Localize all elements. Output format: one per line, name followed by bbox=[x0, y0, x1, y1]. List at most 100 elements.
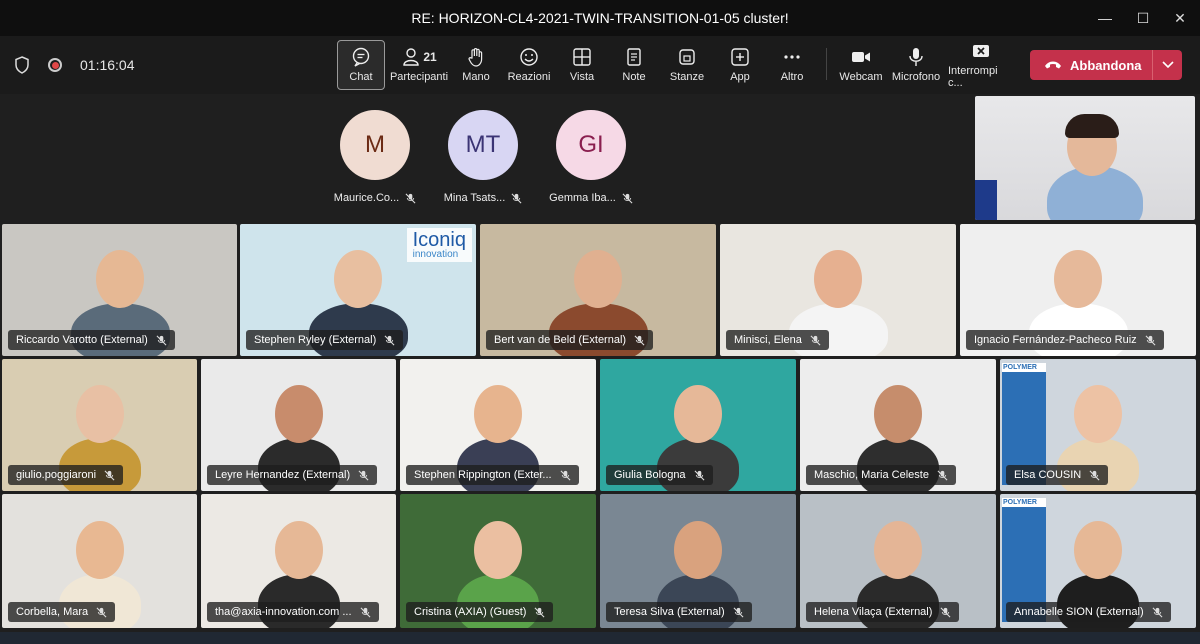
person-head bbox=[574, 250, 622, 308]
participant-name-label: Annabelle SION (External) bbox=[1006, 602, 1171, 622]
chat-button[interactable]: Chat bbox=[337, 40, 385, 90]
participant-video-tile[interactable]: Cristina (AXIA) (Guest) bbox=[400, 494, 596, 628]
participant-video-tile[interactable]: Stephen Rippington (Exter... bbox=[400, 359, 596, 491]
raise-hand-button[interactable]: Mano bbox=[452, 40, 500, 90]
leave-button[interactable]: Abbandona bbox=[1030, 50, 1182, 80]
participant-avatar-tile[interactable]: GI Gemma Iba... bbox=[541, 110, 641, 204]
mic-off-icon bbox=[937, 470, 948, 480]
shield-icon[interactable] bbox=[14, 56, 30, 74]
participant-name: tha@axia-innovation.com ... bbox=[215, 606, 352, 618]
view-button[interactable]: Vista bbox=[558, 40, 606, 90]
person-hair bbox=[1065, 114, 1119, 138]
participant-video-tile[interactable]: Iconiq innovation Stephen Ryley (External) bbox=[240, 224, 476, 356]
meeting-toolbar: 01:16:04 Chat 21 Partecipanti Mano Reazi… bbox=[0, 36, 1200, 94]
participant-name-label: Elsa COUSIN bbox=[1006, 465, 1109, 485]
people-icon bbox=[403, 48, 420, 66]
person-head bbox=[474, 521, 522, 579]
participant-name-label: Giulia Bologna bbox=[606, 465, 713, 485]
participant-avatar-tile[interactable]: M Maurice.Co... bbox=[325, 110, 425, 204]
rooms-button[interactable]: Stanze bbox=[663, 40, 711, 90]
apps-button[interactable]: App bbox=[716, 40, 764, 90]
participant-name: Riccardo Varotto (External) bbox=[16, 334, 148, 346]
person-head bbox=[674, 385, 722, 443]
microphone-icon bbox=[909, 48, 923, 66]
webcam-button[interactable]: Webcam bbox=[837, 40, 885, 90]
participant-name: Corbella, Mara bbox=[16, 606, 89, 618]
plus-icon bbox=[731, 48, 749, 66]
stop-sharing-button[interactable]: Interrompi c... bbox=[948, 40, 1014, 90]
participant-video-tile[interactable]: Ignacio Fernández-Pacheco Ruiz bbox=[960, 224, 1196, 356]
participant-avatar-tile[interactable]: MT Mina Tsats... bbox=[433, 110, 533, 204]
participant-name: Giulia Bologna bbox=[614, 469, 686, 481]
participant-name: Ignacio Fernández-Pacheco Ruiz bbox=[974, 334, 1137, 346]
person-head bbox=[474, 385, 522, 443]
mic-off-icon bbox=[358, 470, 369, 480]
reactions-button[interactable]: Reazioni bbox=[505, 40, 553, 90]
participant-video-tile[interactable]: Teresa Silva (External) bbox=[600, 494, 796, 628]
participant-name: Gemma Iba... bbox=[549, 192, 616, 204]
iconiq-logo: Iconiq innovation bbox=[406, 228, 472, 262]
participant-video-tile[interactable]: Maschio, Maria Celeste bbox=[800, 359, 996, 491]
participant-video-tile[interactable]: Helena Vilaça (External) bbox=[800, 494, 996, 628]
participant-video-tile[interactable]: Minisci, Elena bbox=[720, 224, 956, 356]
participant-video-tile[interactable]: POLYMER Elsa COUSIN bbox=[1000, 359, 1196, 491]
camera-icon bbox=[852, 52, 870, 62]
stop-sharing-label: Interrompi c... bbox=[948, 65, 998, 89]
stop-share-icon bbox=[973, 45, 989, 57]
participant-video-tile[interactable]: tha@axia-innovation.com ... bbox=[201, 494, 396, 628]
participant-video-tile[interactable]: giulio.poggiaroni bbox=[2, 359, 197, 491]
participant-name: Bert van de Beld (External) bbox=[494, 334, 627, 346]
participant-name: Annabelle SION (External) bbox=[1014, 606, 1144, 618]
person-head bbox=[76, 385, 124, 443]
leave-options-button[interactable] bbox=[1152, 50, 1182, 80]
participant-name: Minisci, Elena bbox=[734, 334, 802, 346]
microphone-button[interactable]: Microfono bbox=[890, 40, 942, 90]
participant-name-label: Helena Vilaça (External) bbox=[806, 602, 960, 622]
participant-name-label: Leyre Hernandez (External) bbox=[207, 465, 378, 485]
smile-icon bbox=[520, 48, 538, 66]
rooms-icon bbox=[679, 49, 695, 65]
meeting-stage: M Maurice.Co... MT Mina Tsats... GI Gemm… bbox=[0, 94, 1200, 644]
chevron-down-icon bbox=[1161, 61, 1174, 69]
participants-button[interactable]: 21 Partecipanti bbox=[390, 40, 448, 90]
close-icon[interactable]: ✕ bbox=[1160, 0, 1200, 36]
apps-label: App bbox=[730, 71, 750, 83]
participant-video-tile[interactable]: Bert van de Beld (External) bbox=[480, 224, 716, 356]
microphone-label: Microfono bbox=[891, 71, 941, 83]
grid-icon bbox=[573, 48, 591, 66]
participant-name-label: Stephen Ryley (External) bbox=[246, 330, 404, 350]
participant-name-label: giulio.poggiaroni bbox=[8, 465, 124, 485]
participant-name-label: Cristina (AXIA) (Guest) bbox=[406, 602, 554, 622]
logo-subtext: innovation bbox=[412, 249, 459, 260]
poster-title: POLYMER bbox=[1002, 363, 1046, 372]
participant-video-tile[interactable]: POLYMER Annabelle SION (External) bbox=[1000, 494, 1196, 628]
self-view-tile[interactable] bbox=[975, 96, 1195, 220]
mic-off-icon bbox=[534, 607, 545, 617]
more-icon bbox=[784, 55, 800, 59]
more-label: Altro bbox=[780, 71, 804, 83]
mic-off-icon bbox=[634, 335, 645, 345]
title-bar: RE: HORIZON-CL4-2021-TWIN-TRANSITION-01-… bbox=[0, 0, 1200, 36]
mic-off-icon bbox=[511, 193, 522, 203]
participant-video-tile[interactable]: Giulia Bologna bbox=[600, 359, 796, 491]
participant-name: Stephen Ryley (External) bbox=[254, 334, 377, 346]
hand-label: Mano bbox=[462, 71, 490, 83]
more-button[interactable]: Altro bbox=[768, 40, 816, 90]
mic-off-icon bbox=[1145, 335, 1156, 345]
participant-name: giulio.poggiaroni bbox=[16, 469, 97, 481]
participant-name: Maschio, Maria Celeste bbox=[814, 469, 929, 481]
minimize-icon[interactable]: — bbox=[1085, 0, 1125, 36]
participant-video-tile[interactable]: Riccardo Varotto (External) bbox=[2, 224, 237, 356]
participant-video-tile[interactable]: Corbella, Mara bbox=[2, 494, 197, 628]
participant-name: Maurice.Co... bbox=[333, 192, 400, 204]
maximize-icon[interactable]: ☐ bbox=[1123, 0, 1163, 36]
mic-off-icon bbox=[622, 193, 633, 203]
leave-label: Abbandona bbox=[1070, 57, 1142, 73]
mic-off-icon bbox=[733, 607, 744, 617]
view-label: Vista bbox=[569, 71, 595, 83]
participant-video-tile[interactable]: Leyre Hernandez (External) bbox=[201, 359, 396, 491]
participant-name: Elsa COUSIN bbox=[1014, 469, 1082, 481]
chat-icon bbox=[352, 47, 370, 67]
notes-button[interactable]: Note bbox=[610, 40, 658, 90]
person-head bbox=[275, 385, 323, 443]
